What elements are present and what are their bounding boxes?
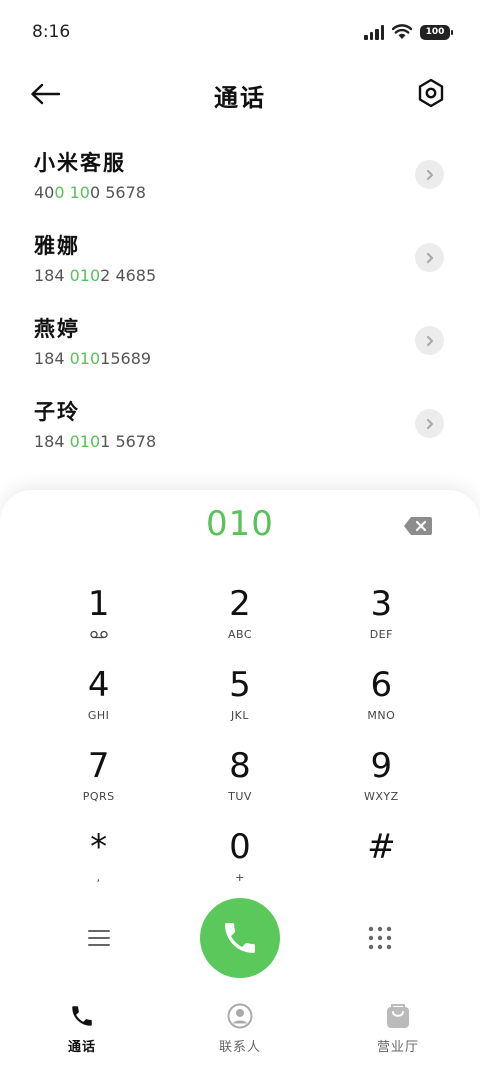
- key-letters: MNO: [367, 709, 396, 722]
- contact-row[interactable]: 小米客服 400 100 5678: [0, 133, 480, 216]
- store-icon: [384, 1002, 412, 1030]
- key-4[interactable]: 4 GHI: [28, 663, 169, 744]
- voicemail-icon: [90, 630, 108, 639]
- key-letters: WXYZ: [363, 790, 399, 803]
- bottom-tab-bar: 通话 联系人 营业厅: [0, 992, 480, 1067]
- status-time: 8:16: [32, 22, 71, 42]
- key-digit: *: [90, 827, 108, 867]
- key-7[interactable]: 7 PQRS: [28, 744, 169, 825]
- chevron-right-icon: [426, 418, 433, 429]
- contact-name: 雅娜: [34, 234, 80, 258]
- key-2[interactable]: 2 ABC: [169, 582, 310, 663]
- phone-icon: [225, 923, 255, 953]
- menu-button[interactable]: [88, 928, 110, 948]
- key-digit: 7: [87, 746, 110, 786]
- contact-detail-button[interactable]: [415, 409, 444, 438]
- tab-label: 通话: [67, 1040, 96, 1055]
- settings-icon: [418, 78, 444, 108]
- page-title: 通话: [214, 84, 266, 112]
- contact-row[interactable]: 燕婷 184 01015689: [0, 299, 480, 382]
- key-5[interactable]: 5 JKL: [169, 663, 310, 744]
- key-letters: ,: [96, 871, 101, 884]
- key-digit: 1: [87, 584, 110, 624]
- dialer-panel: 010 1 2 ABC 3 DEF 4 GHI 5 JKL 6 MNO 7 PQ…: [0, 490, 480, 1067]
- tab-label: 联系人: [218, 1040, 261, 1055]
- battery-level: 100: [425, 27, 445, 37]
- key-9[interactable]: 9 WXYZ: [311, 744, 452, 825]
- header: 通话: [0, 64, 480, 124]
- contact-number: 184 0101 5678: [34, 432, 157, 451]
- key-8[interactable]: 8 TUV: [169, 744, 310, 825]
- key-letters: ABC: [227, 628, 253, 641]
- settings-button[interactable]: [417, 78, 447, 110]
- key-letters: +: [235, 871, 245, 884]
- key-digit: 9: [370, 746, 393, 786]
- dialer-actions: [0, 898, 480, 978]
- battery-icon: 100: [420, 24, 453, 40]
- keypad-toggle-button[interactable]: [368, 926, 392, 950]
- key-3[interactable]: 3 DEF: [311, 582, 452, 663]
- key-letters: DEF: [369, 628, 393, 641]
- contact-row[interactable]: 子玲 184 0101 5678: [0, 382, 480, 465]
- key-letters: GHI: [87, 709, 110, 722]
- dialpad-grid-icon: [368, 926, 392, 950]
- tab-contacts[interactable]: 联系人: [180, 992, 300, 1055]
- call-button[interactable]: [200, 898, 280, 978]
- key-digit: 0: [229, 827, 251, 867]
- hamburger-menu-icon: [88, 930, 110, 946]
- tab-calls[interactable]: 通话: [22, 992, 142, 1055]
- key-0[interactable]: 0 +: [169, 825, 310, 906]
- contact-detail-button[interactable]: [415, 160, 444, 189]
- key-digit: 6: [370, 665, 393, 705]
- key-digit: 8: [229, 746, 251, 786]
- chevron-right-icon: [426, 335, 433, 346]
- status-bar: 8:16 100: [0, 0, 480, 64]
- key-digit: 5: [229, 665, 251, 705]
- contact-number: 184 0102 4685: [34, 266, 157, 285]
- keypad: 1 2 ABC 3 DEF 4 GHI 5 JKL 6 MNO 7 PQRS 8…: [28, 582, 452, 906]
- key-letters: TUV: [228, 790, 252, 803]
- phone-icon: [68, 1002, 96, 1030]
- chevron-right-icon: [426, 252, 433, 263]
- key-letters: JKL: [230, 709, 250, 722]
- contact-number: 400 100 5678: [34, 183, 146, 202]
- contact-name: 燕婷: [34, 317, 80, 341]
- contacts-icon: [226, 1002, 254, 1030]
- wifi-icon: [392, 24, 412, 39]
- key-digit: #: [367, 827, 396, 867]
- backspace-button[interactable]: [403, 516, 433, 538]
- tab-service-hall[interactable]: 营业厅: [338, 992, 458, 1055]
- status-icons: 100: [364, 24, 453, 40]
- chevron-right-icon: [426, 169, 433, 180]
- contact-detail-button[interactable]: [415, 326, 444, 355]
- contact-name: 子玲: [34, 400, 80, 424]
- contact-list: 小米客服 400 100 5678 雅娜 184 0102 4685 燕婷 18…: [0, 133, 480, 465]
- signal-icon: [364, 24, 384, 40]
- key-digit: 3: [370, 584, 393, 624]
- contact-row[interactable]: 雅娜 184 0102 4685: [0, 216, 480, 299]
- key-star[interactable]: * ,: [28, 825, 169, 906]
- key-digit: 2: [229, 584, 251, 624]
- contact-detail-button[interactable]: [415, 243, 444, 272]
- contact-number: 184 01015689: [34, 349, 152, 368]
- key-hash[interactable]: #: [311, 825, 452, 906]
- key-1[interactable]: 1: [28, 582, 169, 663]
- key-digit: 4: [87, 665, 110, 705]
- contact-name: 小米客服: [34, 151, 126, 175]
- key-letters: PQRS: [82, 790, 115, 803]
- tab-label: 营业厅: [376, 1040, 419, 1055]
- backspace-icon: [404, 517, 432, 535]
- key-6[interactable]: 6 MNO: [311, 663, 452, 744]
